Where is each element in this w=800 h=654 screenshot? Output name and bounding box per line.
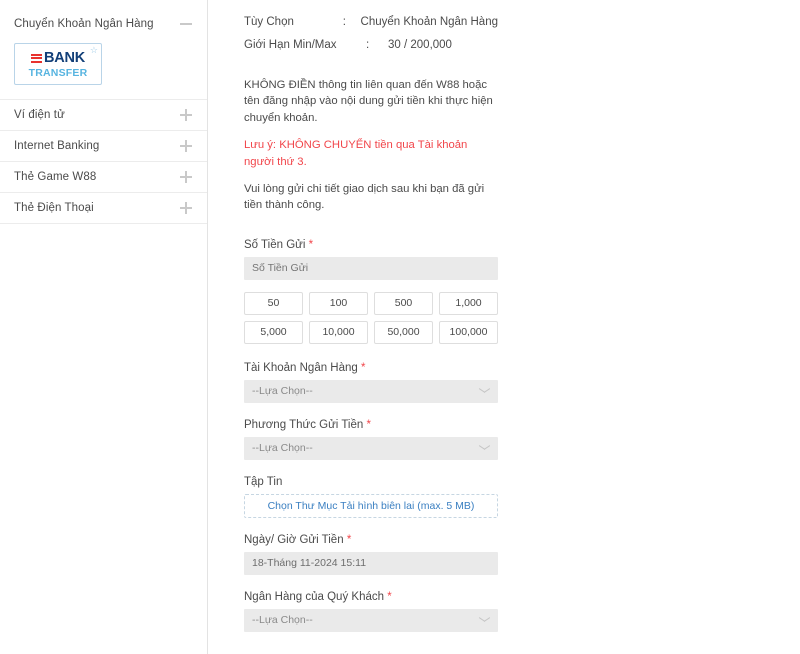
note-no-w88-info: KHÔNG ĐIỀN thông tin liên quan đến W88 h… [244,79,493,124]
quick-amount-button[interactable]: 1,000 [439,291,498,315]
bank-account-selected-value: --Lựa Chọn-- [252,385,313,398]
datetime-label-text: Ngày/ Giờ Gửi Tiền [244,533,344,546]
amount-label-text: Số Tiền Gửi [244,238,306,251]
amount-input[interactable] [244,256,498,280]
required-mark: * [361,361,366,374]
quick-amount-button[interactable]: 5,000 [244,320,303,344]
bank-account-select[interactable]: --Lựa Chọn-- [244,379,498,403]
bars-icon [30,53,42,63]
file-upload-button[interactable]: Chọn Thư Mục Tải hình biên lai (max. 5 M… [244,493,498,518]
deposit-method-label: Phương Thức Gửi Tiền * [244,419,498,431]
info-value: 30 / 200,000 [388,39,452,51]
sidebar-item-e-wallet[interactable]: Ví điện tử [0,100,207,130]
sidebar-item-bank-transfer[interactable]: Chuyển Khoản Ngân Hàng [0,9,207,39]
note-send-details: Vui lòng gửi chi tiết giao dịch sau khi … [244,182,485,212]
amount-label: Số Tiền Gửi * [244,239,498,251]
quick-amount-button[interactable]: 100,000 [439,320,498,344]
info-value: Chuyển Khoản Ngân Hàng [360,16,498,28]
quick-amount-button[interactable]: 100 [309,291,368,315]
required-mark: * [387,590,392,603]
info-row: Giới Hạn Min/Max : 30 / 200,000 [244,39,498,51]
bank-transfer-logo-tile[interactable]: ☆ BANK TRANSFER [14,43,102,85]
plus-icon[interactable] [180,202,192,214]
sidebar-item-label: Chuyển Khoản Ngân Hàng [14,18,154,30]
quick-amount-button[interactable]: 50,000 [374,320,433,344]
bank-transfer-logo-wrap: ☆ BANK TRANSFER [0,39,207,99]
chevron-down-icon [479,617,490,623]
sidebar-divider [0,223,207,224]
plus-icon[interactable] [180,171,192,183]
required-mark: * [346,533,352,546]
sidebar-item-phone-card[interactable]: Thẻ Điện Thoại [0,193,207,223]
deposit-method-selected-value: --Lựa Chọn-- [252,442,313,455]
deposit-method-select[interactable]: --Lựa Chọn-- [244,436,498,460]
info-key: Tùy Chọn [244,16,294,28]
chevron-down-icon [479,388,490,394]
required-mark: * [366,418,371,431]
bank-account-label-text: Tài Khoản Ngân Hàng [244,361,358,374]
file-upload-text: Chọn Thư Mục Tải hình biên lai (max. 5 M… [267,499,475,512]
logo-transfer-text: TRANSFER [28,66,88,79]
sidebar-item-label: Thẻ Điện Thoại [14,202,94,214]
quick-amount-button[interactable]: 500 [374,291,433,315]
quick-amount-button[interactable]: 10,000 [309,320,368,344]
customer-bank-select[interactable]: --Lựa Chọn-- [244,608,498,632]
plus-icon[interactable] [180,109,192,121]
info-summary: Tùy Chọn : Chuyển Khoản Ngân Hàng Giới H… [244,16,498,51]
customer-bank-label: Ngân Hàng của Quý Khách * [244,591,498,603]
quick-amount-button[interactable]: 50 [244,291,303,315]
star-outline-icon: ☆ [89,45,98,55]
note-third-party-warning: Lưu ý: KHÔNG CHUYỂN tiền qua Tài khoản n… [244,139,468,168]
file-label: Tập Tin [244,475,283,488]
info-row: Tùy Chọn : Chuyển Khoản Ngân Hàng [244,16,498,28]
info-colon: : [342,16,346,28]
customer-bank-label-text: Ngân Hàng của Quý Khách [244,590,385,603]
deposit-form-panel: Tùy Chọn : Chuyển Khoản Ngân Hàng Giới H… [208,0,800,654]
info-key: Giới Hạn Min/Max [244,39,337,51]
quick-amount-grid: 50 100 500 1,000 5,000 10,000 50,000 100… [244,291,498,344]
minus-icon[interactable] [180,18,192,30]
datetime-label: Ngày/ Giờ Gửi Tiền * [244,534,498,546]
logo-bank-text: BANK [43,50,86,66]
required-mark: * [308,238,314,251]
datetime-input[interactable]: 18-Tháng 11-2024 15:11 [244,551,498,575]
sidebar-item-internet-banking[interactable]: Internet Banking [0,131,207,161]
logo-top-row: BANK [30,50,86,66]
sidebar-item-game-card[interactable]: Thẻ Game W88 [0,162,207,192]
sidebar-item-label: Ví điện tử [14,109,65,121]
info-colon: : [366,39,370,51]
sidebar-item-label: Internet Banking [14,140,100,152]
chevron-down-icon [479,445,490,451]
payment-method-sidebar: Chuyển Khoản Ngân Hàng ☆ BANK TRANSFER V… [0,0,208,654]
sidebar-item-label: Thẻ Game W88 [14,171,97,183]
bank-account-label: Tài Khoản Ngân Hàng * [244,362,498,374]
customer-bank-selected-value: --Lựa Chọn-- [252,614,313,627]
deposit-method-label-text: Phương Thức Gửi Tiền [244,418,364,431]
deposit-page: Chuyển Khoản Ngân Hàng ☆ BANK TRANSFER V… [0,0,800,654]
plus-icon[interactable] [180,140,192,152]
